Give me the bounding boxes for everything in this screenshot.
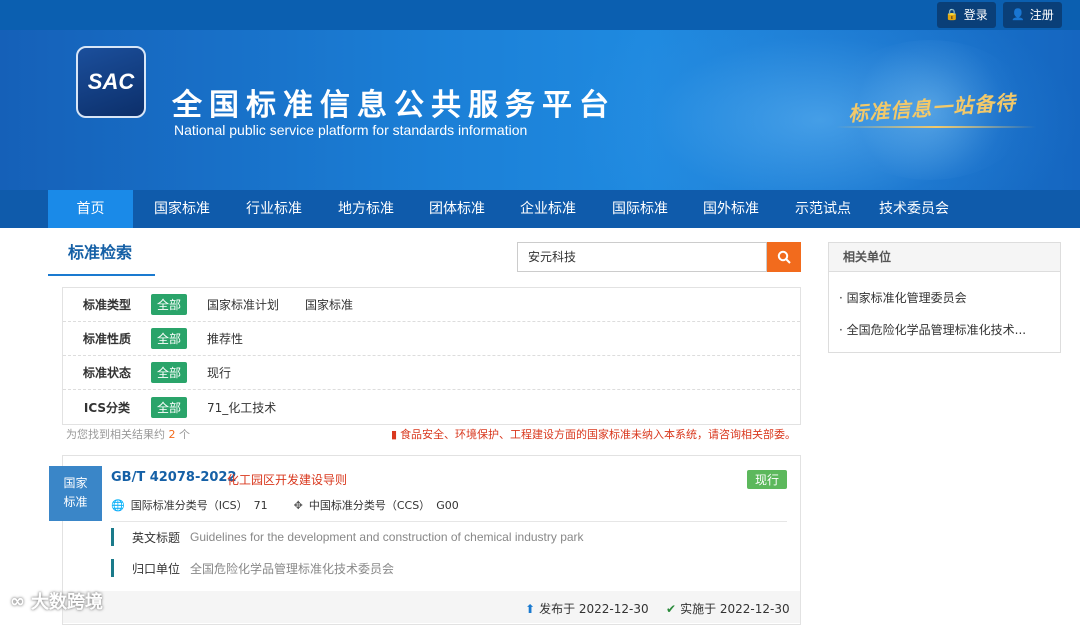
globe-icon: 🌐 xyxy=(111,498,125,512)
login-label: 登录 xyxy=(963,8,988,22)
nav-item-foreign[interactable]: 国外标准 xyxy=(691,190,771,228)
standard-name-link[interactable]: 化工园区开发建设导则 xyxy=(227,471,347,488)
standard-number-link[interactable]: GB/T 42078-2022 xyxy=(111,470,237,485)
nav-item-industry[interactable]: 行业标准 xyxy=(234,190,314,228)
filter-option[interactable]: 国家标准计划 xyxy=(207,296,279,313)
nav-item-group[interactable]: 团体标准 xyxy=(417,190,497,228)
filter-label: 标准类型 xyxy=(82,298,131,312)
filter-row-ics: ICS分类 全部 71_化工技术 xyxy=(63,390,800,424)
filter-label: 标准状态 xyxy=(82,366,131,380)
site-title: 全国标准信息公共服务平台 xyxy=(172,88,616,123)
standard-type-badge: 国家 标准 xyxy=(49,466,102,521)
top-bar: 🔒 登录 👤 注册 xyxy=(0,0,1080,30)
related-unit-link[interactable]: · 国家标准化管理委员会 xyxy=(839,289,967,306)
filter-tag-all[interactable]: 全部 xyxy=(151,328,188,349)
filter-option[interactable]: 71_化工技术 xyxy=(207,399,276,416)
upload-icon: ⬆ xyxy=(525,601,536,616)
user-icon: 👤 xyxy=(1011,8,1025,21)
filter-row-nature: 标准性质 全部 推荐性 xyxy=(63,322,800,356)
tab-standard-search[interactable]: 标准检索 xyxy=(48,238,155,276)
main-nav: 首页 国家标准 行业标准 地方标准 团体标准 企业标准 国际标准 国外标准 示范… xyxy=(0,190,1080,228)
filter-tag-all[interactable]: 全部 xyxy=(151,294,188,315)
ics-value: 71 xyxy=(253,498,268,512)
register-label: 注册 xyxy=(1029,8,1054,22)
bookmark-icon: ▮ xyxy=(391,427,398,441)
ccs-value: G00 xyxy=(436,498,459,512)
watermark-logo-icon: ∞ xyxy=(10,590,25,612)
search-icon xyxy=(777,250,791,264)
filter-tag-all[interactable]: 全部 xyxy=(151,396,188,418)
publish-date: ⬆ 发布于 2022-12-30 xyxy=(525,601,649,617)
nav-item-committee[interactable]: 技术委员会 xyxy=(870,190,958,228)
filter-label: ICS分类 xyxy=(83,400,131,415)
department-row: 归口单位 全国危险化学品管理标准化技术委员会 xyxy=(111,558,394,578)
sac-logo[interactable]: SAC xyxy=(76,46,146,118)
filter-option[interactable]: 推荐性 xyxy=(207,330,243,347)
nav-item-national[interactable]: 国家标准 xyxy=(142,190,222,228)
filter-option[interactable]: 现行 xyxy=(207,364,231,381)
english-title-value: Guidelines for the development and const… xyxy=(190,530,584,544)
filter-row-type: 标准类型 全部 国家标准计划 国家标准 xyxy=(63,288,800,322)
filter-option[interactable]: 国家标准 xyxy=(305,296,353,313)
nav-item-local[interactable]: 地方标准 xyxy=(326,190,406,228)
check-icon: ✔ xyxy=(666,601,677,616)
department-value: 全国危险化学品管理标准化技术委员会 xyxy=(190,561,395,576)
login-button[interactable]: 🔒 登录 xyxy=(937,2,996,28)
register-button[interactable]: 👤 注册 xyxy=(1003,2,1062,28)
related-units-title: 相关单位 xyxy=(829,243,1060,272)
related-units-panel: 相关单位 · 国家标准化管理委员会 · 全国危险化学品管理标准化技术... xyxy=(828,242,1061,353)
nav-item-pilot[interactable]: 示范试点 xyxy=(783,190,863,228)
search-button[interactable] xyxy=(767,242,801,272)
scope-warning: ▮ 食品安全、环境保护、工程建设方面的国家标准未纳入本系统，请咨询相关部委。 xyxy=(391,427,797,442)
classification-row: 🌐 国际标准分类号（ICS） 71 ✥ 中国标准分类号（CCS） G00 xyxy=(111,498,459,513)
nav-item-international[interactable]: 国际标准 xyxy=(600,190,680,228)
implement-date: ✔ 实施于 2022-12-30 xyxy=(666,601,790,617)
lock-icon: 🔒 xyxy=(945,8,959,21)
nav-item-home[interactable]: 首页 xyxy=(48,190,133,228)
result-count: 2 xyxy=(168,428,176,441)
result-count-note: 为您找到相关结果约 2 个 xyxy=(66,428,190,441)
filter-tag-all[interactable]: 全部 xyxy=(151,362,188,383)
status-badge: 现行 xyxy=(747,470,788,489)
move-icon: ✥ xyxy=(293,498,303,512)
english-title-row: 英文标题 Guidelines for the development and … xyxy=(111,527,584,547)
nav-item-enterprise[interactable]: 企业标准 xyxy=(508,190,588,228)
related-unit-link[interactable]: · 全国危险化学品管理标准化技术... xyxy=(839,321,1026,338)
filter-row-status: 标准状态 全部 现行 xyxy=(63,356,800,390)
filter-label: 标准性质 xyxy=(82,332,131,346)
search-input[interactable]: 安元科技 xyxy=(517,242,767,272)
watermark: ∞ 大数跨境 xyxy=(10,590,103,614)
filter-panel: 标准类型 全部 国家标准计划 国家标准 标准性质 全部 推荐性 标准状态 全部 … xyxy=(62,287,801,425)
site-subtitle: National public service platform for sta… xyxy=(174,122,528,138)
